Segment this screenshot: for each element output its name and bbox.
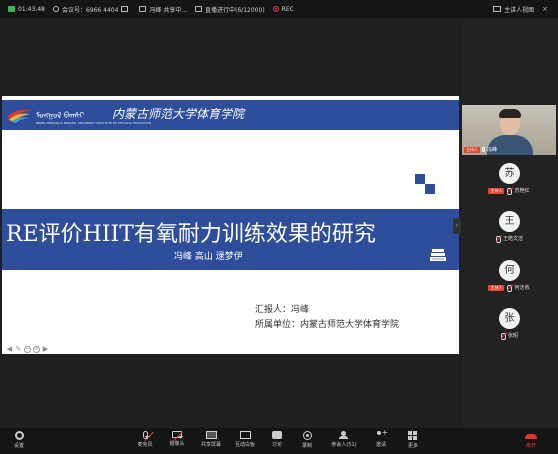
- chat-icon: [272, 431, 282, 439]
- screen-share-icon: [205, 431, 217, 439]
- pen-icon[interactable]: ✎: [15, 346, 22, 353]
- participant-label: 主持人 何洁依: [488, 284, 530, 292]
- copy-icon[interactable]: [121, 6, 129, 12]
- avatar: 张: [499, 308, 520, 329]
- hang-up-icon: [525, 434, 537, 439]
- mic-muted-icon: [495, 235, 501, 243]
- reporter-line: 汇报人：冯峰: [255, 305, 310, 315]
- meeting-top-bar: 01:43:48 会议号：6966 4404 冯峰 共享中... 直播进行中(6…: [0, 0, 558, 18]
- mic-muted-icon: [506, 284, 513, 292]
- grid-icon: [408, 431, 418, 440]
- participant-tile[interactable]: 张 张昭: [462, 305, 556, 353]
- host-badge: 主持人: [488, 284, 505, 291]
- gear-icon: [14, 431, 24, 440]
- participant-label: 张昭: [462, 332, 556, 340]
- network-status-icon: [8, 6, 15, 12]
- microphone-button[interactable]: 麦克风: [130, 431, 160, 453]
- share-screen-button[interactable]: 共享屏幕: [196, 431, 226, 453]
- university-logo-icon: [7, 109, 31, 123]
- layout-icon: [493, 6, 502, 12]
- invite-icon: [376, 428, 388, 439]
- whiteboard-icon: [239, 431, 251, 439]
- chat-button[interactable]: 讨论: [262, 431, 292, 453]
- record-indicator-icon: [272, 6, 279, 12]
- sharing-status[interactable]: 冯峰 共享中...: [139, 5, 187, 14]
- speaker-view-button[interactable]: 主讲人视图: [493, 5, 534, 14]
- info-icon: [52, 6, 59, 12]
- slide-header-banner: ᠮᠣᠩᠭᠣᠯ ᠪᠠᠭᠰᠢ 内蒙古师范大学体育学院 INNER MONGOLIA …: [2, 100, 459, 130]
- participant-label: 主持人 苏艳红: [488, 187, 530, 195]
- arrow-right-icon[interactable]: ▶: [42, 346, 49, 353]
- record-icon: [302, 431, 312, 440]
- recording-status[interactable]: REC: [272, 6, 294, 13]
- invite-button[interactable]: 邀请: [366, 428, 396, 453]
- slide-authors: 冯峰 高山 逯梦伊: [174, 252, 243, 262]
- zoom-out-icon[interactable]: −: [24, 346, 31, 353]
- decorative-square: [415, 174, 425, 184]
- participant-tile[interactable]: 何 主持人 何洁依: [462, 257, 556, 305]
- host-badge: 主持人: [464, 146, 480, 153]
- logo-mongolian-text: ᠮᠣᠩᠭᠣᠯ ᠪᠠᠭᠰᠢ: [36, 111, 84, 120]
- avatar: 何: [499, 260, 520, 281]
- host-video-tile[interactable]: 主持人 冯峰: [462, 105, 556, 155]
- mic-muted-icon: [506, 187, 513, 195]
- logo-english-text: INNER MONGOLIA NORMAL UNIVERSITY INSTITU…: [36, 121, 152, 125]
- logo-chinese-text: 内蒙古师范大学体育学院: [112, 107, 245, 121]
- participants-button[interactable]: 参会人(51): [326, 431, 362, 453]
- close-icon[interactable]: ×: [542, 5, 548, 13]
- participant-label: 王皓文洁: [462, 235, 556, 243]
- affiliation-line: 所属单位：内蒙古师范大学体育学院: [255, 320, 400, 330]
- mic-muted-icon: [500, 332, 506, 340]
- camera-off-icon: [172, 431, 183, 442]
- participant-tile[interactable]: 王 王皓文洁: [462, 208, 556, 256]
- slide-title: RE评价HIIT有氧耐力训练效果的研究: [6, 222, 376, 247]
- screen-share-icon: [139, 6, 147, 12]
- arrow-left-icon[interactable]: ◀: [6, 346, 13, 353]
- participants-icon: [338, 431, 350, 439]
- books-icon: [430, 249, 446, 261]
- leave-button[interactable]: 离开: [516, 431, 546, 453]
- participant-tile[interactable]: 苏 主持人 苏艳红: [462, 160, 556, 208]
- avatar: 苏: [499, 163, 520, 184]
- live-stream-icon: [195, 6, 203, 12]
- meeting-id[interactable]: 会议号：6966 4404: [52, 5, 131, 14]
- slide-title-bar: RE评价HIIT有氧耐力训练效果的研究 冯峰 高山 逯梦伊: [2, 209, 459, 270]
- host-badge: 主持人: [488, 187, 505, 194]
- zoom-in-icon[interactable]: +: [33, 346, 40, 353]
- whiteboard-button[interactable]: 互动白板: [230, 431, 260, 453]
- collapse-panel-button[interactable]: ›: [453, 218, 461, 234]
- avatar: 王: [499, 211, 520, 232]
- record-button[interactable]: 录制: [292, 431, 322, 453]
- microphone-muted-icon: [142, 431, 154, 442]
- camera-button[interactable]: 摄像头: [162, 431, 192, 453]
- person-hair: [499, 109, 521, 118]
- mic-icon: [482, 147, 485, 152]
- meeting-clock: 01:43:48: [8, 6, 45, 13]
- slide-annotation-tools: ◀ ✎ − + ▶: [6, 346, 51, 353]
- meeting-toolbar: 设置 麦克风 摄像头 共享屏幕 互动白板 讨论 录制 参会人(51) 邀请 更多…: [0, 428, 558, 454]
- decorative-square: [425, 184, 435, 194]
- live-stream-status[interactable]: 直播进行中(6/12000): [195, 5, 265, 14]
- more-button[interactable]: 更多: [398, 431, 428, 453]
- settings-button[interactable]: 设置: [4, 431, 34, 453]
- shared-slide: ᠮᠣᠩᠭᠣᠯ ᠪᠠᠭᠰᠢ 内蒙古师范大学体育学院 INNER MONGOLIA …: [2, 96, 459, 354]
- video-name-label: 主持人 冯峰: [464, 146, 498, 153]
